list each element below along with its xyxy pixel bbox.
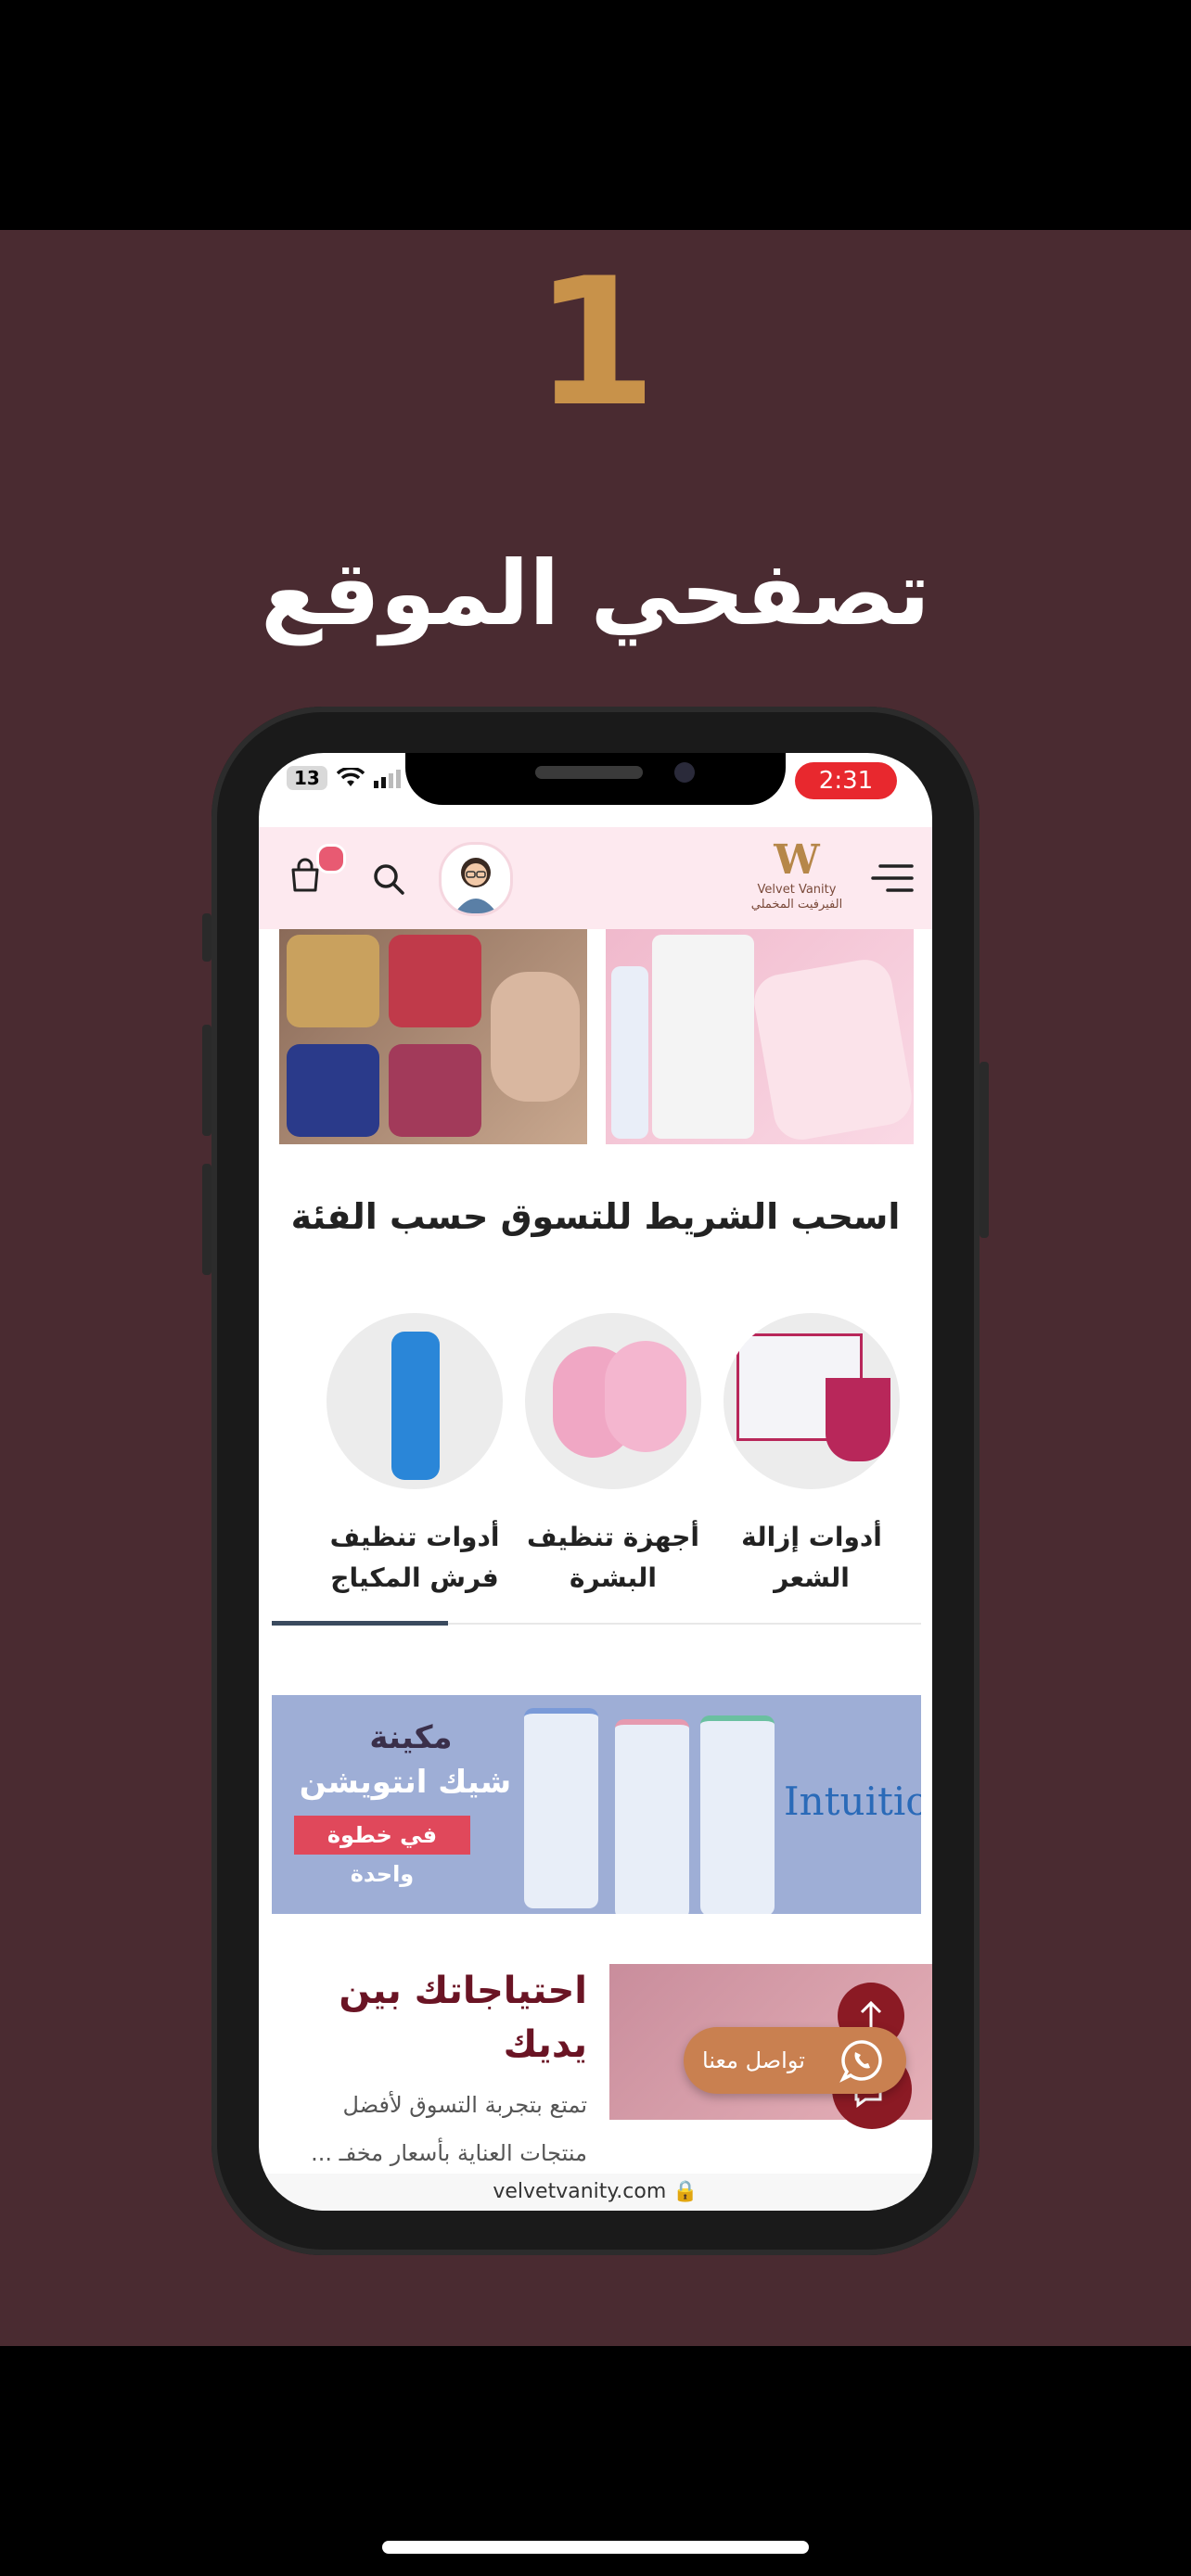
user-avatar[interactable] bbox=[439, 842, 513, 916]
category-item-hair-removal[interactable]: أدوات إزالة الشعر bbox=[719, 1313, 904, 1599]
product-bottle bbox=[652, 935, 754, 1139]
home-indicator[interactable] bbox=[382, 2541, 809, 2554]
battery-level: 13 bbox=[287, 766, 327, 790]
promo-tag: في خطوة واحدة bbox=[294, 1816, 470, 1887]
product-bottle bbox=[391, 1332, 440, 1480]
phone-power-button bbox=[980, 1062, 989, 1238]
banner-cleansers[interactable] bbox=[606, 929, 914, 1144]
product-brush bbox=[605, 1341, 686, 1452]
product-package bbox=[700, 1715, 775, 1914]
product-jar bbox=[287, 935, 379, 1027]
product-bottle bbox=[749, 955, 914, 1144]
phone-notch bbox=[405, 753, 786, 805]
logo-text: Velvet Vanity bbox=[757, 883, 837, 897]
promo-brand: Intuition bbox=[784, 1779, 921, 1824]
category-scroll-thumb[interactable] bbox=[272, 1621, 448, 1626]
phone-screen: 13 2:31 W Velvet Vanity الفيرفيت المخملي… bbox=[259, 753, 932, 2211]
whatsapp-label: تواصل معنا bbox=[702, 2047, 805, 2073]
logo-subtext: الفيرفيت المخملي bbox=[750, 898, 843, 912]
cart-count-badge bbox=[316, 844, 346, 874]
top-letterbox bbox=[0, 0, 1191, 230]
whatsapp-icon bbox=[839, 2040, 882, 2083]
product-package bbox=[615, 1719, 689, 1914]
category-section-title: اسحب الشريط للتسوق حسب الفئة bbox=[290, 1196, 901, 1237]
category-item-brush-cleaner[interactable]: أدوات تنظيف فرش المكياج bbox=[322, 1313, 507, 1599]
speaker-grille bbox=[535, 766, 643, 779]
category-image bbox=[525, 1313, 701, 1489]
hero-banners bbox=[279, 929, 914, 1144]
front-camera bbox=[674, 762, 695, 783]
category-item-skin-cleansing[interactable]: أجهزة تنظيف البشرة bbox=[520, 1313, 706, 1599]
whatsapp-contact-button[interactable]: تواصل معنا bbox=[684, 2027, 906, 2094]
needs-title: احتياجاتك بين يديك bbox=[339, 1970, 587, 2066]
logo-mark: W bbox=[774, 836, 820, 884]
site-logo[interactable]: W Velvet Vanity الفيرفيت المخملي bbox=[750, 838, 843, 920]
product-jar bbox=[491, 972, 580, 1102]
promo-line1: مكينة bbox=[369, 1719, 453, 1756]
category-label: أدوات إزالة الشعر bbox=[741, 1522, 882, 1593]
promo-line2: شيك انتويشن bbox=[299, 1764, 512, 1801]
banner-scrub-jars[interactable] bbox=[279, 929, 587, 1144]
status-time: 2:31 bbox=[795, 762, 897, 799]
promo-banner-intuition[interactable]: مكينة شيك انتويشن في خطوة واحدة Intuitio… bbox=[272, 1695, 921, 1914]
browser-url-bar[interactable]: velvetvanity.com 🔒 bbox=[259, 2174, 932, 2211]
category-image bbox=[327, 1313, 503, 1489]
category-image bbox=[724, 1313, 900, 1489]
needs-description: تمتع بتجربة التسوق لأفضل منتجات العناية … bbox=[311, 2092, 587, 2166]
signal-icon bbox=[373, 770, 401, 788]
phone-volume-up bbox=[202, 1025, 211, 1136]
phone-volume-down bbox=[202, 1164, 211, 1275]
product-bottle bbox=[611, 966, 648, 1139]
product-jar bbox=[389, 935, 481, 1027]
avatar-person-icon bbox=[455, 858, 497, 913]
product-jar bbox=[389, 1044, 481, 1137]
product-razor bbox=[826, 1378, 890, 1461]
search-icon[interactable] bbox=[370, 861, 407, 898]
category-label: أدوات تنظيف فرش المكياج bbox=[329, 1522, 500, 1593]
step-number: 1 bbox=[533, 240, 658, 445]
site-header: W Velvet Vanity الفيرفيت المخملي bbox=[259, 827, 932, 929]
status-bar-left: 13 bbox=[287, 766, 405, 790]
category-label: أجهزة تنظيف البشرة bbox=[527, 1522, 699, 1593]
product-package bbox=[524, 1708, 598, 1908]
wifi-icon bbox=[336, 768, 365, 786]
phone-silent-switch bbox=[202, 913, 211, 962]
product-jar bbox=[287, 1044, 379, 1137]
menu-icon[interactable] bbox=[871, 862, 914, 894]
slide-title: تصفحي الموقع bbox=[261, 542, 930, 645]
